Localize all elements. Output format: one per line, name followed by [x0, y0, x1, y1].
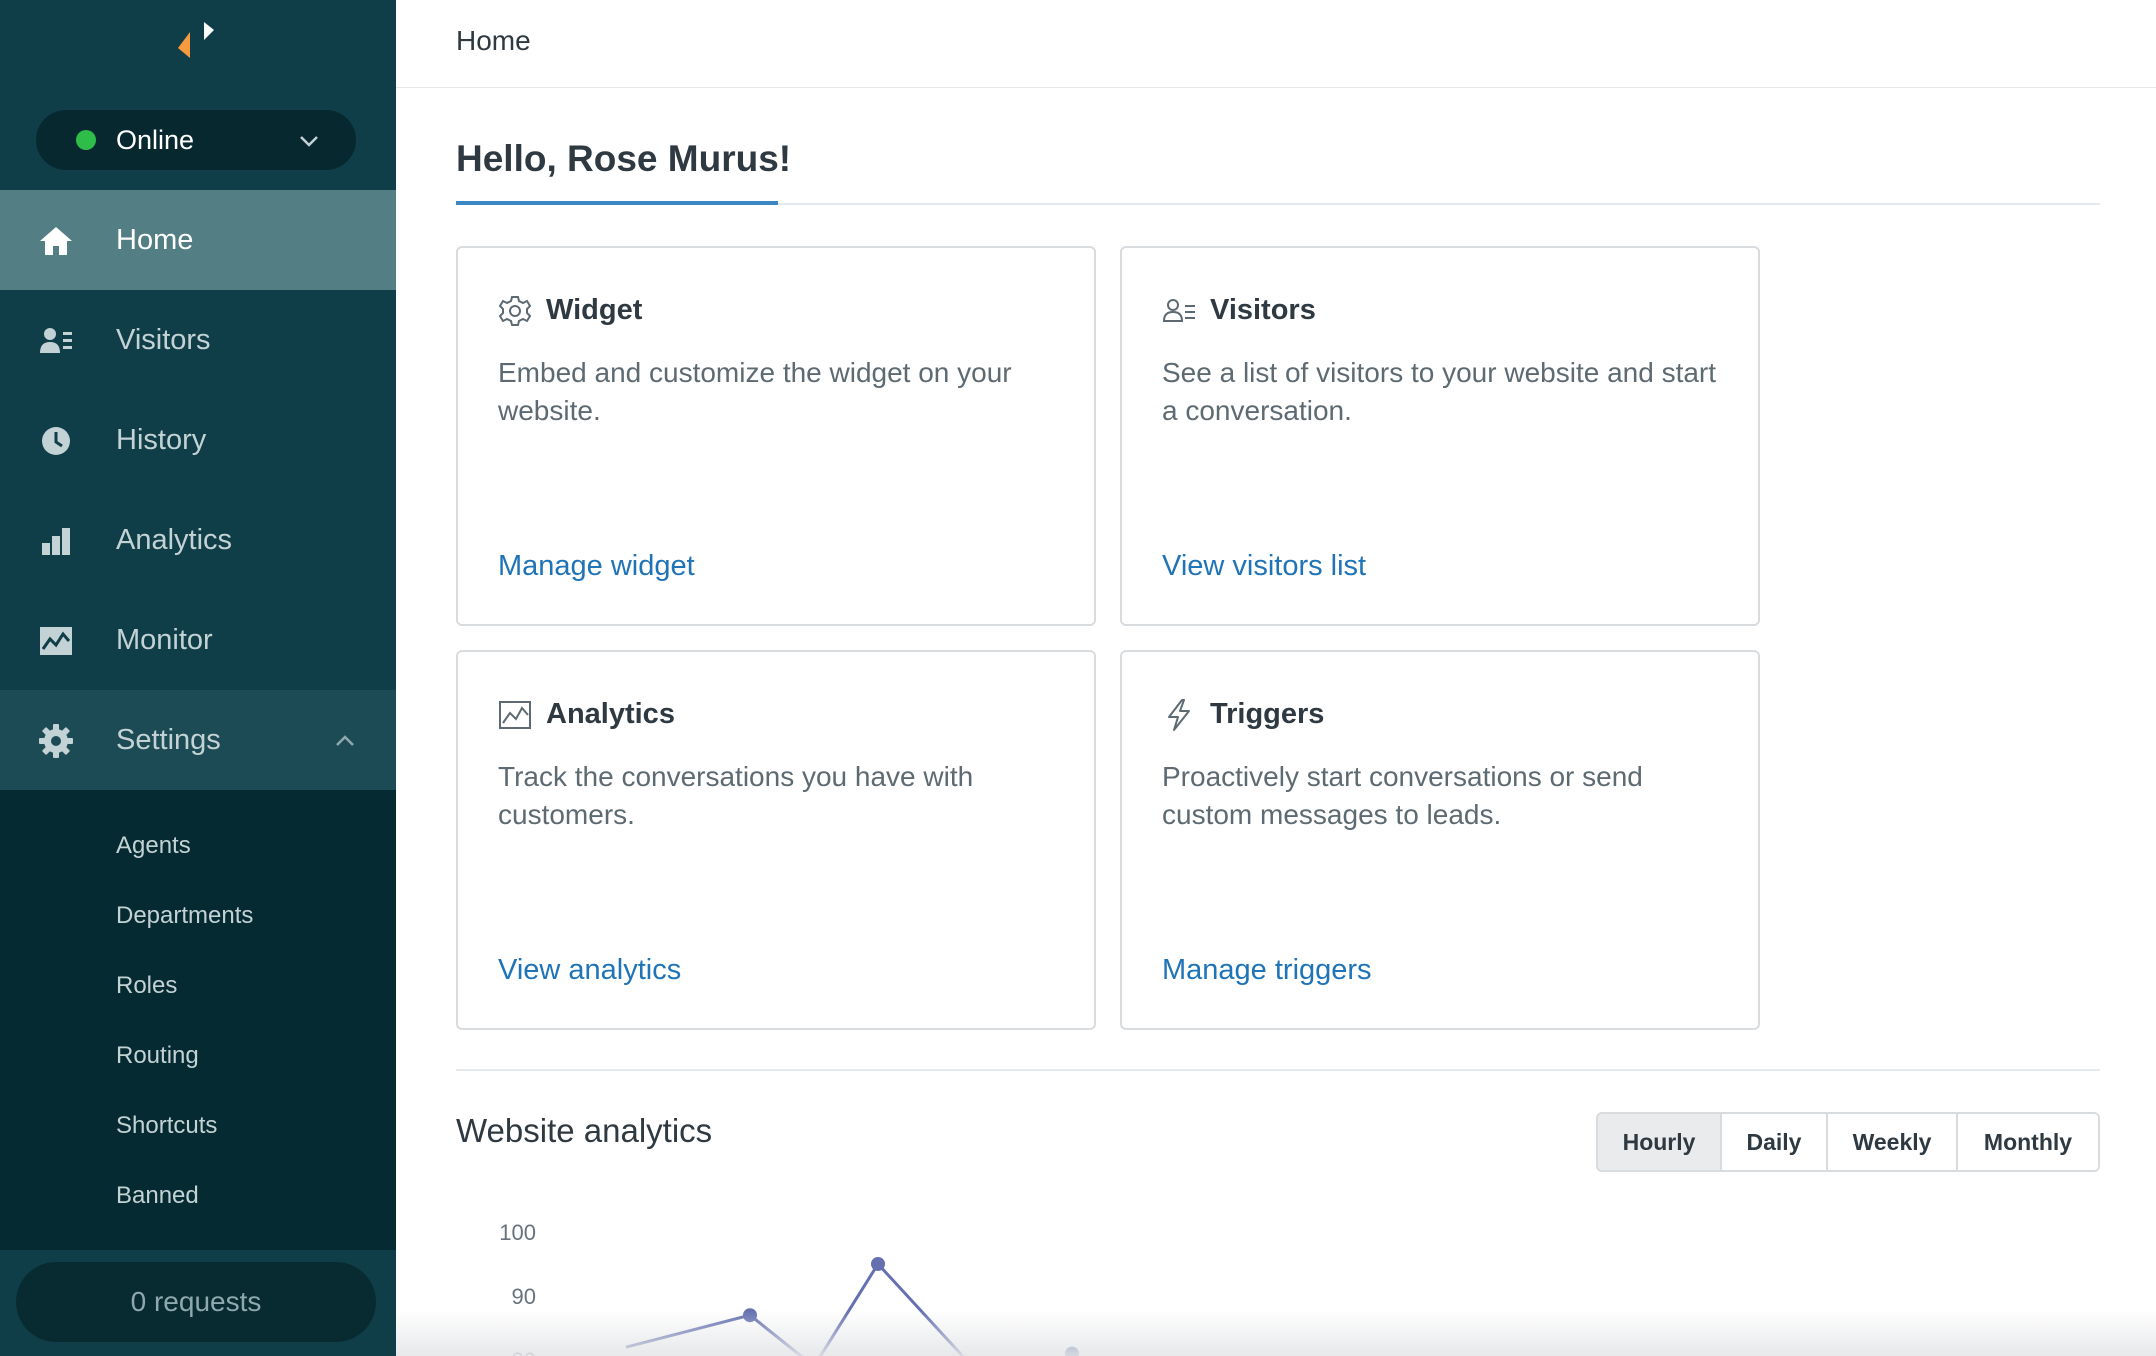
y-tick-label: 100	[499, 1220, 536, 1245]
home-icon	[40, 227, 72, 255]
nav-label: History	[116, 423, 207, 456]
divider	[456, 1069, 2100, 1071]
data-point[interactable]	[743, 1308, 757, 1323]
active-tab-underline	[456, 201, 778, 205]
chevron-up-icon	[336, 735, 354, 746]
topbar: Home	[396, 0, 2156, 88]
visitors-icon	[40, 328, 72, 353]
range-daily-button[interactable]: Daily	[1722, 1114, 1828, 1170]
series-line	[625, 1261, 965, 1356]
status-label: Online	[116, 124, 195, 155]
nav-item-settings[interactable]: Settings	[0, 690, 396, 790]
manage-widget-link[interactable]: Manage widget	[498, 550, 695, 583]
data-point[interactable]	[1065, 1346, 1079, 1356]
nav-label: Analytics	[116, 523, 233, 556]
data-point[interactable]	[871, 1257, 885, 1271]
zendesk-logo[interactable]	[168, 18, 228, 66]
range-monthly-button[interactable]: Monthly	[1958, 1114, 2098, 1170]
status-dropdown[interactable]: Online	[36, 110, 356, 170]
nav-label: Settings	[116, 723, 221, 756]
nav-item-history[interactable]: History	[0, 390, 396, 490]
card-title: Triggers	[1210, 698, 1325, 730]
website-analytics-title: Website analytics	[456, 1112, 713, 1149]
widget-card: Widget Embed and customize the widget on…	[456, 246, 1096, 626]
clock-icon	[42, 427, 70, 455]
line-chart-icon	[499, 701, 531, 729]
requests-button[interactable]: 0 requests	[16, 1262, 376, 1342]
greeting-tab: Hello, Rose Murus!	[456, 138, 792, 179]
card-title: Analytics	[546, 698, 675, 730]
settings-subnav: Agents Departments Roles Routing Shortcu…	[0, 790, 396, 1250]
card-title: Visitors	[1210, 294, 1316, 326]
view-visitors-list-link[interactable]: View visitors list	[1162, 550, 1366, 583]
gear-outline-icon	[498, 296, 532, 326]
monitor-chart-icon	[40, 627, 72, 655]
chevron-down-icon	[300, 136, 318, 147]
nav-label: Home	[116, 223, 194, 256]
nav-item-monitor[interactable]: Monitor	[0, 590, 396, 690]
nav-label: Monitor	[116, 623, 213, 656]
view-analytics-link[interactable]: View analytics	[498, 954, 681, 987]
range-selector: Hourly Daily Weekly Monthly	[1596, 1112, 2100, 1172]
visitors-card: Visitors See a list of visitors to your …	[1120, 246, 1760, 626]
card-description: Track the conversations you have with cu…	[498, 761, 974, 830]
analytics-card: Analytics Track the conversations you ha…	[456, 650, 1096, 1030]
subnav-item-agents[interactable]: Agents	[116, 832, 191, 860]
range-weekly-button[interactable]: Weekly	[1828, 1114, 1958, 1170]
status-online-dot	[76, 130, 96, 150]
subnav-item-departments[interactable]: Departments	[116, 902, 253, 930]
card-description: Embed and customize the widget on your w…	[498, 357, 1012, 426]
card-title: Widget	[546, 294, 643, 326]
website-analytics-chart: 100 90 80	[499, 1220, 1079, 1356]
subnav-item-banned[interactable]: Banned	[116, 1182, 199, 1210]
y-tick-label: 80	[512, 1348, 536, 1356]
visitors-list-icon	[1162, 299, 1195, 322]
nav-label: Visitors	[116, 323, 211, 356]
gear-icon	[39, 724, 73, 758]
sidebar: Online Home Visitors History Analytics M…	[0, 0, 396, 1356]
lightning-icon	[1168, 699, 1190, 731]
y-tick-label: 90	[512, 1284, 536, 1309]
subnav-item-routing[interactable]: Routing	[116, 1042, 199, 1070]
card-description: Proactively start conversations or send …	[1162, 761, 1643, 830]
nav-item-home[interactable]: Home	[0, 190, 396, 290]
range-hourly-button[interactable]: Hourly	[1598, 1114, 1722, 1170]
nav-item-analytics[interactable]: Analytics	[0, 490, 396, 590]
subnav-item-roles[interactable]: Roles	[116, 972, 177, 1000]
main-nav: Home Visitors History Analytics Monitor …	[0, 190, 396, 790]
card-description: See a list of visitors to your website a…	[1162, 357, 1717, 426]
subnav-item-shortcuts[interactable]: Shortcuts	[116, 1112, 217, 1140]
triggers-card: Triggers Proactively start conversations…	[1120, 650, 1760, 1030]
manage-triggers-link[interactable]: Manage triggers	[1162, 954, 1372, 987]
nav-item-visitors[interactable]: Visitors	[0, 290, 396, 390]
page-title: Home	[456, 25, 531, 56]
bar-chart-icon	[42, 528, 70, 555]
